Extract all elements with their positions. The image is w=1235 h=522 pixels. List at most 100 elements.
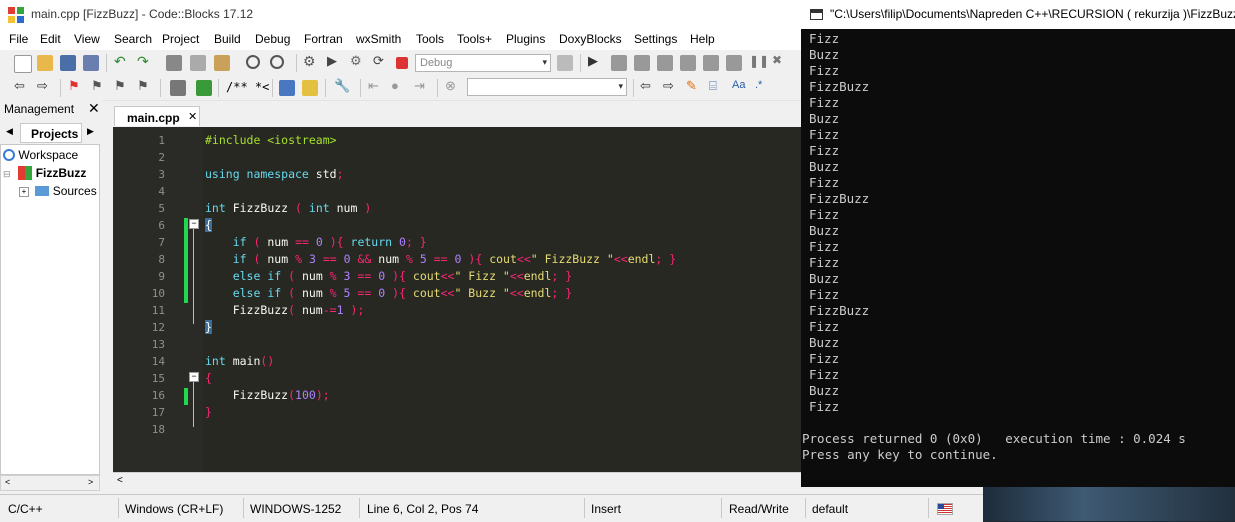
menu-help[interactable]: Help <box>690 32 715 46</box>
menu-tools[interactable]: Tools <box>416 32 444 46</box>
tab-projects[interactable]: Projects <box>20 123 82 143</box>
console-app-icon <box>810 9 823 20</box>
menu-doxyblocks[interactable]: DoxyBlocks <box>559 32 622 46</box>
tree-expander-icon[interactable]: ⊟ <box>3 169 11 180</box>
regex-icon[interactable]: .* <box>755 79 771 95</box>
project-node[interactable]: ⊟ FizzBuzz <box>3 166 86 180</box>
save-all-icon[interactable] <box>83 55 99 71</box>
menu-tools-plus[interactable]: Tools+ <box>457 32 492 46</box>
fold-collapse-icon[interactable]: − <box>189 372 199 382</box>
jump-forward-icon[interactable]: ⇨ <box>37 78 53 94</box>
toggle-bookmark-icon[interactable]: ⚑ <box>68 78 84 94</box>
menu-file[interactable]: File <box>9 32 28 46</box>
menu-search[interactable]: Search <box>114 32 152 46</box>
stop-debug-icon[interactable]: ✖ <box>772 53 788 69</box>
step-out-icon[interactable] <box>680 55 696 71</box>
redo-icon[interactable]: ↷ <box>137 53 153 69</box>
menu-view[interactable]: View <box>74 32 100 46</box>
html-help-icon[interactable] <box>279 80 295 96</box>
console-line: Buzz <box>809 47 840 62</box>
prev-change-icon[interactable]: ⇤ <box>368 78 384 94</box>
code-line-3: using namespace std; <box>205 167 344 181</box>
search-next-icon[interactable]: ⇨ <box>663 78 679 94</box>
jump-back-icon[interactable]: ⇦ <box>14 78 30 94</box>
menu-settings[interactable]: Settings <box>634 32 677 46</box>
doxy-extract-icon[interactable] <box>196 80 212 96</box>
status-access: Read/Write <box>729 502 789 516</box>
next-change-icon[interactable]: ⇥ <box>414 78 430 94</box>
project-tree: Workspace ⊟ FizzBuzz + Sources <box>0 144 100 475</box>
scroll-right-icon[interactable]: > <box>88 477 93 487</box>
prev-bookmark-icon[interactable]: ⚑ <box>91 78 107 94</box>
scroll-left-icon[interactable]: < <box>5 477 10 487</box>
menu-edit[interactable]: Edit <box>40 32 61 46</box>
rebuild-icon[interactable]: ⟳ <box>373 53 389 69</box>
build-target-select[interactable]: Debug ▾ <box>415 54 551 72</box>
expand-plus-icon[interactable]: + <box>19 187 29 197</box>
wrench-icon[interactable]: 🔧 <box>334 78 350 94</box>
tree-horizontal-scrollbar[interactable]: < > <box>0 475 100 491</box>
save-icon[interactable] <box>60 55 76 71</box>
sources-node[interactable]: + Sources <box>19 184 97 198</box>
workspace-node[interactable]: Workspace <box>3 148 78 162</box>
next-instruction-icon[interactable] <box>703 55 719 71</box>
match-case-icon[interactable]: Aa <box>732 79 748 95</box>
workspace-icon <box>3 149 15 161</box>
changebar-icon[interactable]: ● <box>391 78 407 94</box>
pause-icon[interactable]: ❚❚ <box>749 54 769 70</box>
build-run-icon[interactable]: ⚙ <box>350 53 366 69</box>
menu-plugins[interactable]: Plugins <box>506 32 545 46</box>
toolbar-separator <box>325 79 326 97</box>
search-prev-icon[interactable]: ⇦ <box>640 78 656 94</box>
open-folder-icon[interactable] <box>37 55 53 71</box>
close-icon[interactable]: ✕ <box>188 110 197 123</box>
doxy-comment-button[interactable]: /** *< <box>226 80 269 94</box>
menu-fortran[interactable]: Fortran <box>304 32 343 46</box>
replace-icon[interactable] <box>270 55 284 69</box>
selection-only-icon[interactable]: ⌸ <box>709 78 725 94</box>
next-line-icon[interactable] <box>634 55 650 71</box>
console-prompt-line: Press any key to continue. <box>802 447 998 462</box>
menu-wxsmith[interactable]: wxSmith <box>356 32 401 46</box>
console-output[interactable]: Fizz Buzz Fizz FizzBuzz Fizz Buzz Fizz F… <box>801 29 1235 487</box>
flag-canton <box>938 504 944 509</box>
status-style: default <box>812 502 849 516</box>
tab-scroll-right-icon[interactable]: ▶ <box>87 126 94 137</box>
tab-scroll-left-icon[interactable]: ◀ <box>6 126 13 137</box>
abort-icon[interactable] <box>396 57 408 69</box>
menu-build[interactable]: Build <box>214 32 241 46</box>
line-number: 8 <box>158 253 165 266</box>
menu-debug[interactable]: Debug <box>255 32 290 46</box>
paste-icon[interactable] <box>214 55 230 71</box>
doxy-wizard-icon[interactable] <box>170 80 186 96</box>
line-number: 15 <box>151 372 165 385</box>
fold-line <box>193 382 194 427</box>
incremental-search-select[interactable]: ▾ <box>467 78 627 96</box>
code-line-11: FizzBuzz( num-=1 ); <box>205 303 365 317</box>
build-gear-icon[interactable]: ⚙ <box>303 53 319 69</box>
target-options-icon[interactable] <box>557 55 573 71</box>
step-instruction-icon[interactable] <box>726 55 742 71</box>
new-file-icon[interactable] <box>14 55 32 73</box>
step-into-icon[interactable] <box>657 55 673 71</box>
keyboard-layout-flag-icon[interactable] <box>937 503 953 515</box>
debug-start-icon[interactable]: ▶ <box>588 53 604 69</box>
status-separator <box>243 498 244 518</box>
copy-icon[interactable] <box>190 55 206 71</box>
run-icon[interactable]: ▶ <box>327 53 343 69</box>
close-icon[interactable]: ✕ <box>88 100 100 117</box>
fold-collapse-icon[interactable]: − <box>189 219 199 229</box>
undo-icon[interactable]: ↶ <box>114 53 130 69</box>
clear-search-icon[interactable]: ⊗ <box>445 78 461 94</box>
clear-bookmarks-icon[interactable]: ⚑ <box>137 78 153 94</box>
cut-icon[interactable] <box>166 55 182 71</box>
highlight-icon[interactable]: ✎ <box>686 78 702 94</box>
chm-help-icon[interactable] <box>302 80 318 96</box>
menu-project[interactable]: Project <box>162 32 199 46</box>
run-to-cursor-icon[interactable] <box>611 55 627 71</box>
scroll-left-icon[interactable]: < <box>117 475 123 486</box>
tab-main-cpp[interactable]: main.cpp ✕ <box>114 106 200 126</box>
find-icon[interactable] <box>246 55 260 69</box>
console-line: Fizz <box>809 319 840 334</box>
next-bookmark-icon[interactable]: ⚑ <box>114 78 130 94</box>
